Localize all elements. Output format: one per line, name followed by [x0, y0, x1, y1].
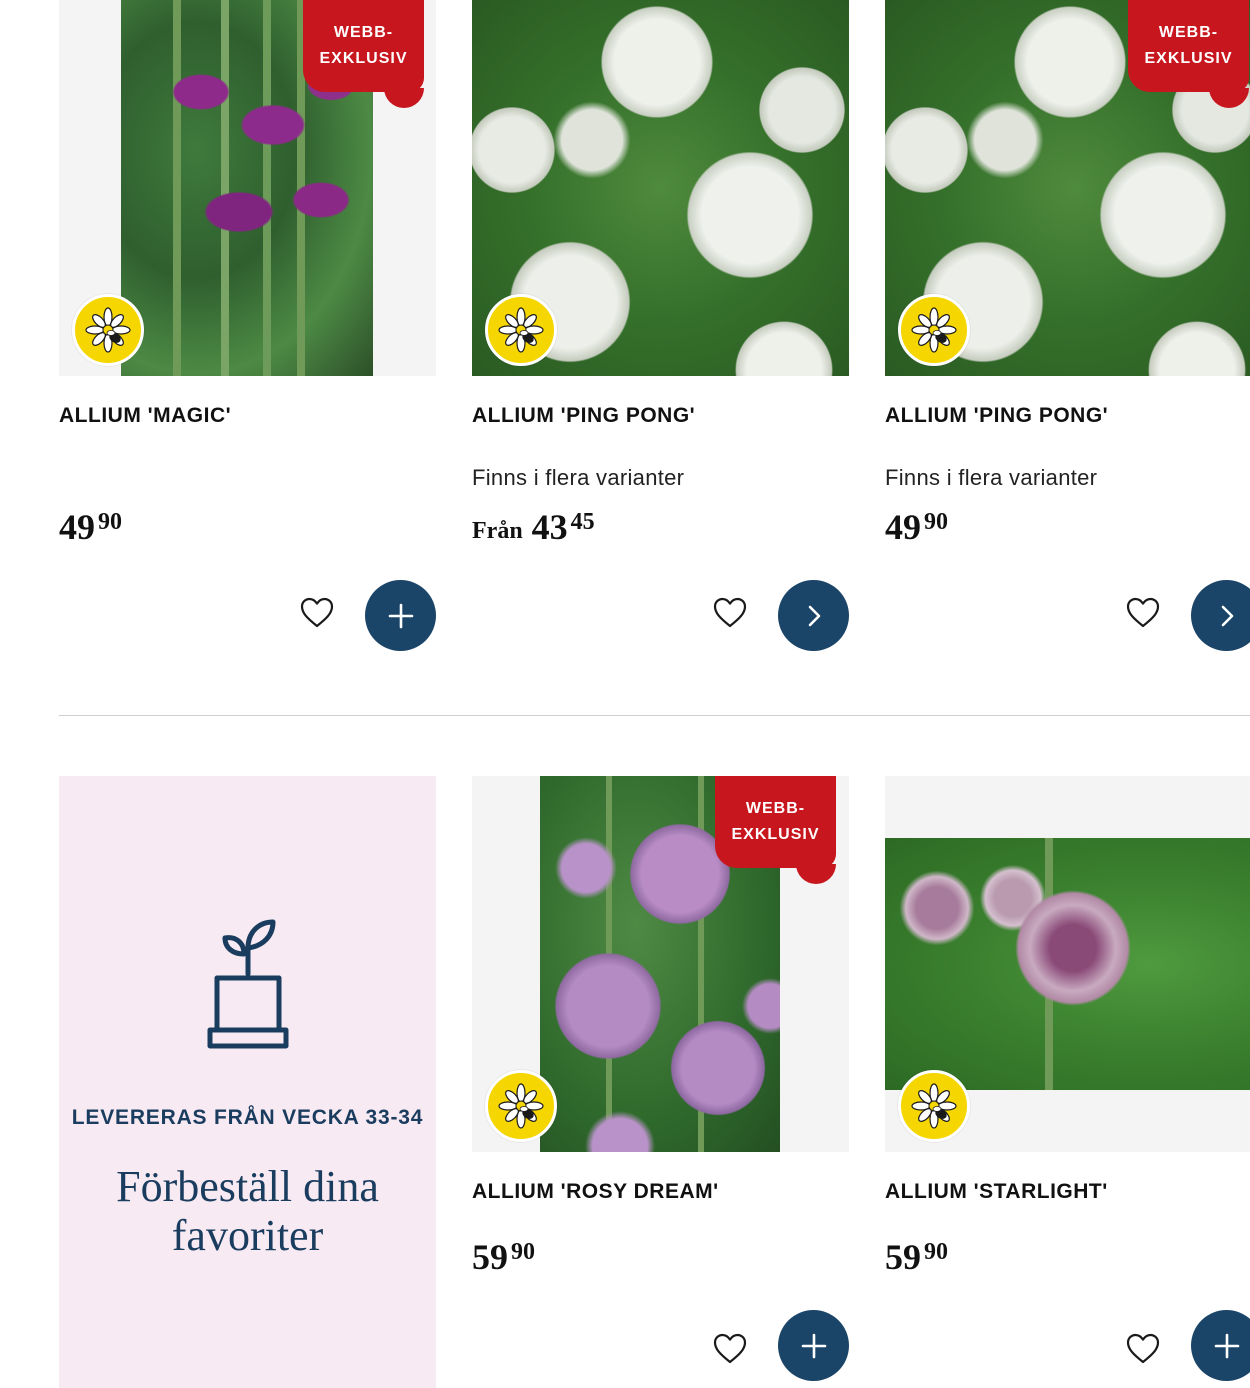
- variants-note: Finns i flera varianter: [472, 465, 685, 490]
- price-decimals: 45: [570, 509, 595, 535]
- add-to-cart-button[interactable]: [1191, 1310, 1250, 1381]
- product-price: 49 90: [59, 506, 122, 548]
- bee-flower-icon: [485, 1070, 557, 1142]
- price-decimals: 90: [511, 1239, 535, 1265]
- badge-line-1: WEBB-: [1158, 24, 1219, 41]
- badge-line-2: EXKLUSIV: [731, 826, 820, 843]
- price-main: 49: [885, 507, 921, 547]
- product-price: 59 90: [472, 1236, 535, 1278]
- promo-headline[interactable]: Förbeställ dina favoriter: [59, 1162, 436, 1260]
- price-main: 59: [472, 1237, 508, 1277]
- bee-flower-icon: [72, 294, 144, 366]
- favorite-heart-icon[interactable]: [1125, 595, 1161, 631]
- product-card[interactable]: ALLIUM 'STARLIGHT' 59 90: [885, 776, 1250, 1381]
- product-image[interactable]: WEBB- EXKLUSIV: [885, 0, 1250, 376]
- product-title[interactable]: ALLIUM 'STARLIGHT': [885, 1180, 1108, 1204]
- product-image[interactable]: [885, 776, 1250, 1152]
- product-price: 49 90: [885, 506, 948, 548]
- product-image[interactable]: WEBB- EXKLUSIV: [59, 0, 436, 376]
- bee-flower-icon: [898, 1070, 970, 1142]
- product-price: 59 90: [885, 1236, 948, 1278]
- plus-icon: [1214, 1333, 1239, 1358]
- add-to-cart-button[interactable]: [365, 580, 436, 651]
- headline-line-2: favoriter: [171, 1211, 324, 1260]
- price-main: 43: [531, 507, 568, 547]
- web-exclusive-badge: WEBB- EXKLUSIV: [303, 0, 424, 108]
- delivery-kicker: LEVERERAS FRÅN VECKA 33-34: [71, 1106, 424, 1129]
- badge-line-1: WEBB-: [333, 24, 394, 41]
- headline-line-1: Förbeställ dina: [116, 1162, 379, 1211]
- product-title[interactable]: ALLIUM 'PING PONG': [885, 404, 1108, 428]
- chevron-right-icon: [808, 605, 820, 626]
- plus-icon: [388, 603, 413, 628]
- product-title[interactable]: ALLIUM 'PING PONG': [472, 404, 695, 428]
- product-card[interactable]: WEBB- EXKLUSIV: [885, 0, 1250, 651]
- product-card[interactable]: ALLIUM 'PING PONG' Finns i flera variant…: [472, 0, 849, 651]
- badge-line-1: WEBB-: [745, 800, 806, 817]
- product-title[interactable]: ALLIUM 'MAGIC': [59, 404, 231, 428]
- row-divider: [59, 715, 1250, 716]
- badge-line-2: EXKLUSIV: [1144, 50, 1233, 67]
- view-options-button[interactable]: [1191, 580, 1250, 651]
- price-prefix: Från: [472, 518, 523, 544]
- product-card[interactable]: WEBB- EXKLUSIV: [472, 776, 849, 1381]
- plant-pot-icon: [207, 919, 289, 1049]
- price-main: 49: [59, 507, 95, 547]
- product-card[interactable]: WEBB- EXKLUSIV: [59, 0, 436, 651]
- favorite-heart-icon[interactable]: [1125, 1331, 1161, 1367]
- view-options-button[interactable]: [778, 580, 849, 651]
- product-image[interactable]: [472, 0, 849, 376]
- favorite-heart-icon[interactable]: [712, 595, 748, 631]
- web-exclusive-badge: WEBB- EXKLUSIV: [715, 776, 836, 884]
- plus-icon: [801, 1333, 826, 1358]
- product-title[interactable]: ALLIUM 'ROSY DREAM': [472, 1180, 719, 1204]
- bee-flower-icon: [898, 294, 970, 366]
- allium-starlight-photo: [885, 838, 1250, 1090]
- bee-flower-icon: [485, 294, 557, 366]
- product-price: Från 43 45: [472, 506, 595, 548]
- price-decimals: 90: [98, 509, 122, 535]
- price-decimals: 90: [924, 1239, 948, 1265]
- web-exclusive-badge: WEBB- EXKLUSIV: [1128, 0, 1249, 108]
- favorite-heart-icon[interactable]: [299, 595, 335, 631]
- product-image[interactable]: WEBB- EXKLUSIV: [472, 776, 849, 1152]
- preorder-promo-tile[interactable]: LEVERERAS FRÅN VECKA 33-34 Förbeställ di…: [59, 776, 436, 1388]
- add-to-cart-button[interactable]: [778, 1310, 849, 1381]
- product-grid-page: WEBB- EXKLUSIV ALLIUM 'MAGIC' 49 90 ALLI…: [0, 0, 1250, 1388]
- variants-note: Finns i flera varianter: [885, 465, 1098, 490]
- favorite-heart-icon[interactable]: [712, 1331, 748, 1367]
- price-decimals: 90: [924, 509, 948, 535]
- badge-line-2: EXKLUSIV: [319, 50, 408, 67]
- chevron-right-icon: [1221, 605, 1233, 626]
- price-main: 59: [885, 1237, 921, 1277]
